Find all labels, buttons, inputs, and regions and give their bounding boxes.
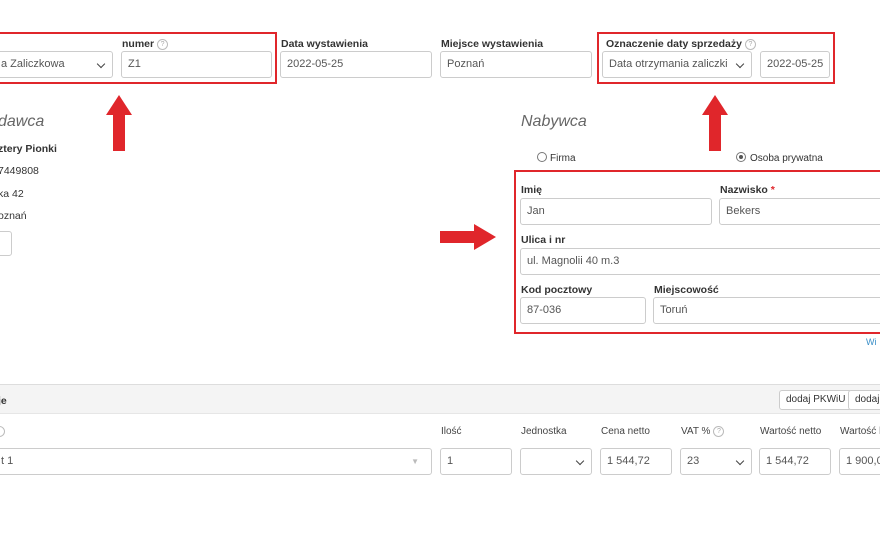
city-value: Toruń	[660, 304, 688, 316]
postal-field[interactable]: 87-036	[520, 297, 646, 324]
street-value: ul. Magnolii 40 m.3	[527, 255, 620, 267]
gross-value-value: 1 900,00	[846, 455, 880, 467]
item-name-field[interactable]: t 1 ▼	[0, 448, 432, 475]
arrow-right-icon	[440, 224, 496, 250]
street-field[interactable]: ul. Magnolii 40 m.3	[520, 248, 880, 275]
highlight-box-sale-date	[597, 32, 835, 84]
first-name-label: Imię	[521, 184, 543, 196]
net-price-field[interactable]: 1 544,72	[600, 448, 672, 475]
vat-select[interactable]: 23	[680, 448, 752, 475]
net-value-field[interactable]: 1 544,72	[759, 448, 831, 475]
arrow-up-icon	[702, 95, 728, 151]
issue-place-value: Poznań	[447, 58, 485, 70]
buyer-title: Nabywca	[521, 113, 587, 130]
net-price-value: 1 544,72	[607, 455, 650, 467]
issue-date-label: Data wystawienia	[281, 38, 368, 50]
seller-city: oznań	[0, 210, 27, 222]
required-marker: *	[770, 184, 775, 196]
city-field[interactable]: Toruń	[653, 297, 880, 324]
gross-value-field[interactable]: 1 900,00	[839, 448, 880, 475]
city-label: Miejscowość	[654, 284, 719, 296]
col-net-price: Cena netto	[601, 426, 650, 437]
col-qty: Ilość	[441, 426, 462, 437]
first-name-field[interactable]: Jan	[520, 198, 712, 225]
seller-name: ztery Pionki	[0, 143, 57, 155]
col-gross-value: Wartość b	[840, 426, 880, 437]
add-button[interactable]: dodaj	[848, 390, 880, 410]
col-net-value: Wartość netto	[760, 426, 822, 437]
street-label: Ulica i nr	[521, 234, 566, 246]
arrow-up-icon	[106, 95, 132, 151]
last-name-label: Nazwisko *	[720, 184, 775, 196]
highlight-box-number	[0, 32, 277, 84]
net-value-value: 1 544,72	[766, 455, 809, 467]
radio-private-label: Osoba prywatna	[750, 153, 823, 164]
add-pkwiu-button[interactable]: dodaj PKWiU	[779, 390, 853, 410]
radio-private[interactable]	[736, 152, 746, 162]
help-icon[interactable]: ?	[713, 426, 725, 437]
first-name-value: Jan	[527, 205, 545, 217]
issue-place-field[interactable]: Poznań	[440, 51, 592, 78]
qty-value: 1	[447, 455, 454, 467]
col-vat: VAT %?	[681, 426, 725, 437]
radio-company-label: Firma	[550, 153, 576, 164]
issue-date-value: 2022-05-25	[287, 58, 344, 70]
last-name-field[interactable]: Bekers	[719, 198, 880, 225]
items-header-bar	[0, 384, 880, 414]
qty-field[interactable]: 1	[440, 448, 512, 475]
seller-nip: 7449808	[0, 165, 39, 177]
seller-title: dawca	[0, 113, 45, 130]
issue-place-label: Miejsce wystawienia	[441, 38, 544, 50]
vat-value: 23	[687, 455, 700, 467]
col-unit: Jednostka	[521, 426, 567, 437]
postal-value: 87-036	[527, 304, 562, 316]
unit-select[interactable]	[520, 448, 592, 475]
more-link[interactable]: Wi	[866, 337, 877, 347]
postal-label: Kod pocztowy	[521, 284, 593, 296]
caret-down-icon[interactable]: ▼	[411, 449, 419, 474]
items-title: je	[0, 395, 7, 407]
issue-date-field[interactable]: 2022-05-25	[280, 51, 432, 78]
item-name-value: t 1	[1, 455, 14, 467]
help-icon[interactable]	[0, 426, 5, 437]
seller-street: ka 42	[0, 188, 24, 200]
radio-company[interactable]	[537, 152, 547, 162]
seller-edit-button[interactable]	[0, 231, 12, 256]
last-name-value: Bekers	[726, 205, 761, 217]
